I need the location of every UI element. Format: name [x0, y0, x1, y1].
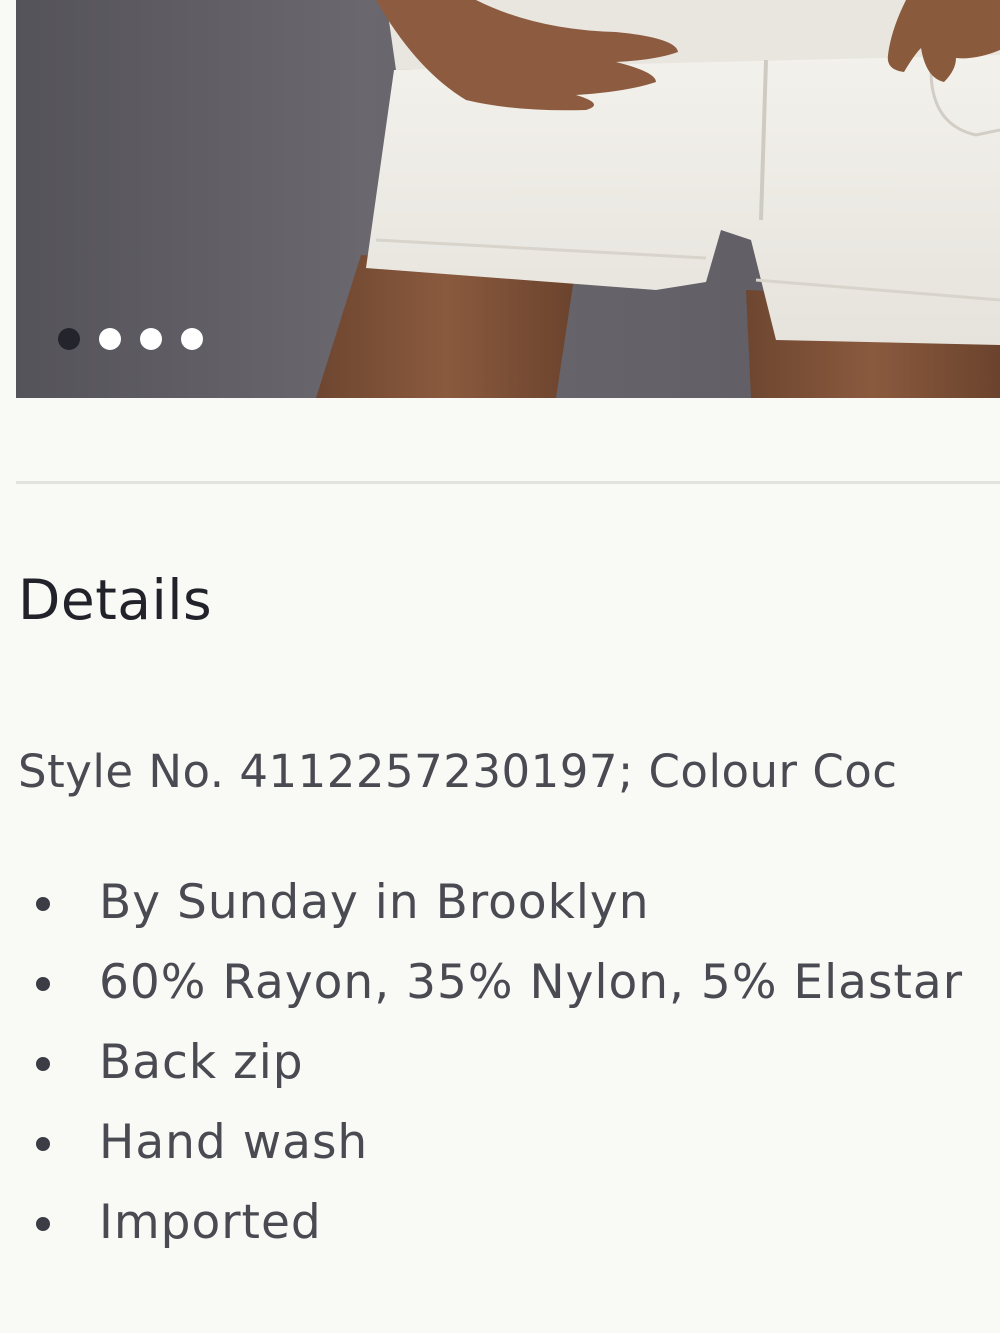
bullet-icon — [36, 1057, 50, 1071]
section-divider — [16, 481, 1000, 484]
product-details-page: Details Style No. 4112257230197; Colour … — [0, 0, 1000, 1333]
style-number-text: Style No. 4112257230197; Colour Coc — [18, 745, 898, 798]
bullet-icon — [36, 977, 50, 991]
carousel-dot-2[interactable] — [99, 328, 121, 350]
bullet-icon — [36, 1137, 50, 1151]
carousel-pagination — [58, 328, 203, 350]
product-image-carousel[interactable] — [16, 0, 1000, 398]
bullet-icon — [36, 897, 50, 911]
carousel-dot-4[interactable] — [181, 328, 203, 350]
list-item-text: Back zip — [99, 1035, 304, 1090]
list-item-text: Hand wash — [99, 1115, 369, 1170]
list-item-text: 60% Rayon, 35% Nylon, 5% Elastar — [99, 955, 964, 1010]
bullet-icon — [36, 1217, 50, 1231]
carousel-dot-1[interactable] — [58, 328, 80, 350]
carousel-dot-3[interactable] — [140, 328, 162, 350]
list-item-text: By Sunday in Brooklyn — [99, 875, 650, 930]
list-item-text: Imported — [99, 1195, 322, 1250]
details-heading[interactable]: Details — [18, 568, 212, 632]
